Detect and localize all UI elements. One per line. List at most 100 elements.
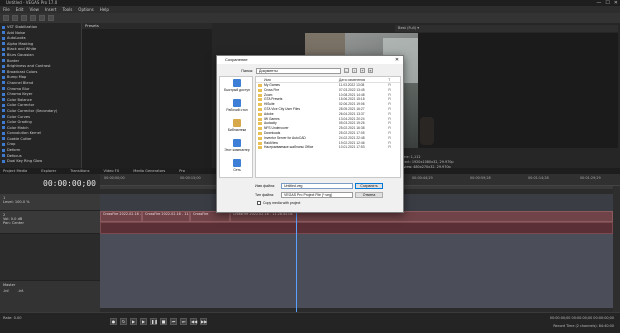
- fx-tree-item[interactable]: Dual Key Ring Glow: [2, 159, 79, 165]
- col-date[interactable]: Дата изменения: [339, 77, 388, 82]
- menu-tools[interactable]: Tools: [62, 6, 72, 13]
- redo-icon[interactable]: [48, 15, 54, 21]
- save-dialog: Сохранение ✕ Папка: Документы ← ↑ + ≡ Бы…: [216, 55, 404, 213]
- fx-tree-label: Chroma Keyer: [7, 92, 33, 97]
- audio-clip[interactable]: [100, 222, 613, 234]
- render-icon[interactable]: [30, 15, 36, 21]
- filetype-select[interactable]: VEGAS Pro Project File (*.veg): [281, 191, 353, 198]
- fx-icon: [2, 103, 5, 107]
- cancel-button[interactable]: Отмена: [355, 191, 383, 198]
- track-pan[interactable]: Pan: Center: [3, 221, 97, 225]
- video-track-header[interactable]: 1 Level: 100.0 %: [0, 194, 100, 211]
- file-name-text: RaidView: [264, 140, 278, 145]
- fx-tree-label: Color Match: [7, 125, 29, 130]
- filename-input[interactable]: Untitled.veg: [281, 182, 353, 189]
- go-to-end-button[interactable]: ⏭: [180, 318, 187, 325]
- view-menu-icon[interactable]: ≡: [368, 68, 373, 73]
- video-clip[interactable]: CrossFire 2022.02.16 - 11.26.06: [142, 211, 190, 222]
- file-name-text: My Games: [264, 83, 280, 87]
- fx-tree-label: Channel Blend: [7, 80, 34, 85]
- fx-tree-label: Add Noise: [7, 30, 26, 35]
- menu-edit[interactable]: Edit: [16, 6, 24, 13]
- fx-icon: [2, 64, 5, 68]
- fx-tree-label: AutoLooks: [7, 36, 26, 41]
- menu-insert[interactable]: Insert: [45, 6, 56, 13]
- fx-tree-label: Color Grading: [7, 120, 32, 125]
- fx-tree-label: Chroma Blur: [7, 86, 30, 91]
- save-button[interactable]: Сохранить: [355, 182, 383, 189]
- up-folder-icon[interactable]: ↑: [352, 68, 357, 73]
- fx-icon: [2, 36, 5, 40]
- timeline-vertical-scrollbar[interactable]: [613, 186, 620, 312]
- undo-icon[interactable]: [39, 15, 45, 21]
- col-name[interactable]: Имя: [256, 77, 339, 82]
- file-name-text: Cross Fire: [264, 87, 280, 92]
- fx-icon: [2, 25, 5, 29]
- audio-track-header[interactable]: 2 Vol: 0.0 dB Pan: Center: [0, 211, 100, 234]
- place-network[interactable]: Сеть: [220, 157, 254, 177]
- stop-button[interactable]: ■: [160, 318, 167, 325]
- copy-media-checkbox[interactable]: [257, 201, 261, 205]
- video-fx-panel: VST Stabilization Add Noise AutoLooks Alpha…: [0, 23, 82, 168]
- place-libraries[interactable]: Библиотеки: [220, 117, 254, 137]
- network-icon: [233, 159, 241, 167]
- fx-tree-label: Convolution Kernel: [7, 131, 41, 136]
- file-name-text: Настраиваемые шаблоны Office: [264, 145, 314, 150]
- dialog-title-bar: Сохранение ✕: [217, 56, 403, 64]
- place-this-pc[interactable]: Этот компьютер: [220, 137, 254, 157]
- star-icon: [233, 79, 241, 87]
- place-label: Быстрый доступ: [224, 88, 250, 92]
- folder-icon: [258, 127, 262, 131]
- menu-options[interactable]: Options: [78, 6, 93, 13]
- preview-quality[interactable]: Best (Full) ▾: [395, 25, 618, 32]
- timecode-display: 00:00:00;00: [0, 174, 100, 194]
- timeline-empty-area[interactable]: [100, 234, 620, 308]
- ruler-label: 00:01:29;29: [580, 176, 601, 180]
- file-row[interactable]: Настраиваемые шаблоны Office 10.01.2021 1…: [256, 145, 400, 150]
- master-label: Master: [3, 283, 16, 287]
- play-from-start-button[interactable]: ▶: [130, 318, 137, 325]
- dialog-close-icon[interactable]: ✕: [393, 56, 401, 64]
- back-icon[interactable]: ←: [344, 68, 349, 73]
- play-button[interactable]: ▶: [140, 318, 147, 325]
- fx-tree-label: Color Corrector: [7, 103, 35, 108]
- library-icon: [233, 119, 241, 127]
- menu-file[interactable]: File: [3, 6, 10, 13]
- file-name: Настраиваемые шаблоны Office: [256, 145, 339, 150]
- master-level-right: -Inf.: [17, 289, 24, 293]
- next-frame-button[interactable]: ▶▶: [200, 318, 207, 325]
- rate-display: Rate: 0.00: [3, 316, 22, 320]
- save-icon[interactable]: [21, 15, 27, 21]
- fx-icon: [2, 53, 5, 57]
- menu-bar: File Edit View Insert Tools Options Help: [0, 6, 620, 13]
- file-name-text: NFS Undercover: [264, 126, 289, 131]
- fx-tree-label: Dual Key Ring Glow: [7, 159, 43, 164]
- folder-icon: [258, 146, 262, 150]
- new-folder-icon[interactable]: +: [360, 68, 365, 73]
- track-level[interactable]: Level: 100.0 %: [3, 200, 97, 204]
- video-clip[interactable]: CrossFire 2022.02.16 - 11.25.56.01: [100, 211, 142, 222]
- fx-icon: [2, 126, 5, 130]
- fx-icon: [2, 75, 5, 79]
- folder-icon: [258, 103, 262, 107]
- open-icon[interactable]: [12, 15, 18, 21]
- pause-button[interactable]: ❚❚: [150, 318, 158, 325]
- menu-help[interactable]: Help: [100, 6, 109, 13]
- loop-button[interactable]: ↻: [120, 318, 127, 325]
- prev-frame-button[interactable]: ◀◀: [190, 318, 197, 325]
- go-to-start-button[interactable]: ⏮: [170, 318, 177, 325]
- new-icon[interactable]: [3, 15, 9, 21]
- fx-icon: [2, 148, 5, 152]
- folder-icon: [258, 122, 262, 126]
- place-desktop[interactable]: Рабочий стол: [220, 97, 254, 117]
- place-quick-access[interactable]: Быстрый доступ: [220, 77, 254, 97]
- folder-select[interactable]: Документы: [256, 67, 341, 74]
- fx-icon: [2, 59, 5, 63]
- fx-icon: [2, 98, 5, 102]
- fx-icon: [2, 42, 5, 46]
- record-button[interactable]: ●: [110, 318, 117, 325]
- menu-view[interactable]: View: [29, 6, 39, 13]
- col-type[interactable]: Т: [388, 77, 400, 82]
- folder-icon: [258, 117, 262, 121]
- presets-header: Presets: [82, 23, 212, 29]
